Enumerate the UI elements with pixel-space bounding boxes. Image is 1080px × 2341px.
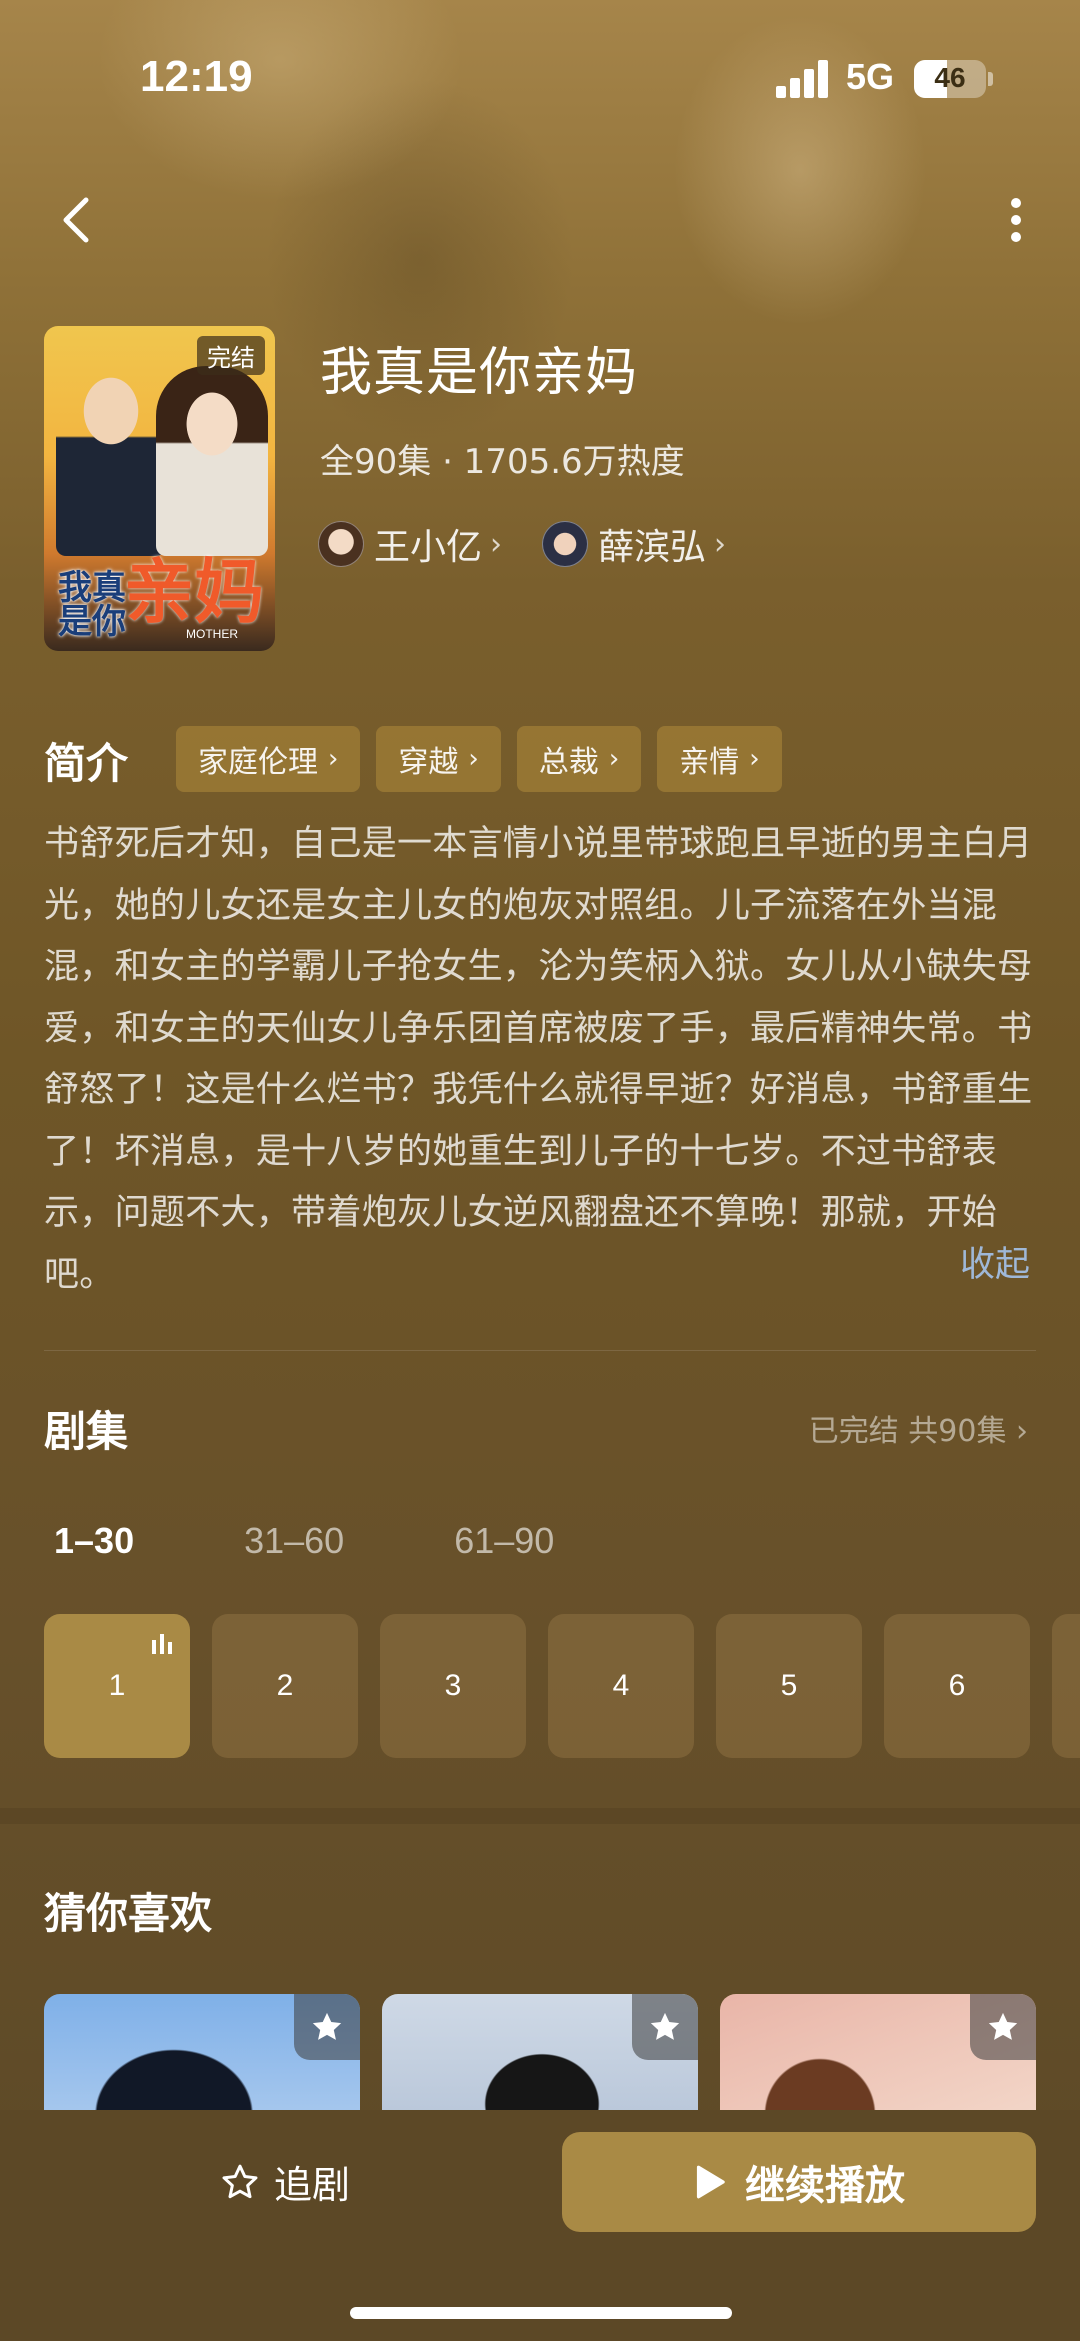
status-badge: 完结 — [197, 336, 265, 375]
favorite-button[interactable] — [294, 1994, 360, 2060]
actor-name: 王小亿 — [374, 527, 483, 568]
actor-list: 王小亿 › 薛滨弘 › — [318, 518, 766, 570]
range-tab[interactable]: 1–30 — [54, 1520, 134, 1562]
collapse-button[interactable]: 收起 — [960, 1236, 1030, 1287]
recommend-card[interactable] — [720, 1994, 1036, 2124]
battery-tip — [988, 72, 993, 86]
chevron-right-icon: › — [714, 526, 727, 562]
chevron-right-icon: › — [468, 744, 479, 774]
episode-range-tabs: 1–30 31–60 61–90 — [54, 1520, 664, 1562]
tag-label: 家庭伦理 — [198, 745, 318, 780]
episodes-heading: 剧集 — [44, 1407, 129, 1456]
actor-link-2[interactable]: 薛滨弘 › — [542, 518, 726, 570]
episode-button[interactable]: 4 — [548, 1614, 694, 1758]
avatar — [318, 521, 364, 567]
follow-label: 追剧 — [274, 2163, 351, 2207]
episode-number: 5 — [780, 1669, 798, 1702]
play-label: 继续播放 — [745, 2163, 905, 2209]
episode-number: 6 — [948, 1669, 966, 1702]
drama-poster[interactable]: 完结 我真是你 亲妈 MOTHER — [44, 326, 275, 651]
episode-button[interactable]: 1 — [44, 1614, 190, 1758]
episode-number: 4 — [612, 1669, 630, 1702]
play-icon — [696, 2165, 725, 2199]
episode-button[interactable]: 2 — [212, 1614, 358, 1758]
episodes-status-link[interactable]: 已完结 共90集 › — [809, 1406, 1028, 1450]
episode-button[interactable]: 6 — [884, 1614, 1030, 1758]
favorite-button[interactable] — [632, 1994, 698, 2060]
episode-button[interactable]: 5 — [716, 1614, 862, 1758]
genre-tag[interactable]: 穿越 › — [376, 726, 501, 792]
episode-number: 1 — [108, 1669, 126, 1702]
genre-tag[interactable]: 亲情 › — [657, 726, 782, 792]
battery-level: 46 — [934, 62, 966, 93]
intro-description: 书舒死后才知，自己是一本言情小说里带球跑且早逝的男主白月光，她的儿女还是女主儿女… — [44, 824, 1033, 1295]
avatar — [542, 521, 589, 567]
favorite-button[interactable] — [970, 1994, 1036, 2060]
back-button[interactable] — [48, 190, 108, 250]
section-separator — [0, 1808, 1080, 1824]
poster-title-right: 亲妈 — [124, 551, 264, 633]
actor-link-1[interactable]: 王小亿 › — [318, 518, 502, 570]
episode-number: 2 — [276, 1669, 294, 1702]
star-icon — [988, 2012, 1018, 2040]
continue-play-button[interactable]: 继续播放 — [562, 2132, 1036, 2232]
recommend-card[interactable] — [44, 1994, 360, 2124]
range-tab[interactable]: 61–90 — [454, 1520, 554, 1562]
episode-button[interactable]: 7 — [1052, 1614, 1080, 1758]
poster-actor-figure — [56, 356, 166, 556]
genre-tag[interactable]: 总裁 › — [516, 726, 642, 792]
episode-grid: 1 2 3 4 5 6 7 — [44, 1614, 1080, 1758]
range-tab[interactable]: 31–60 — [244, 1520, 344, 1562]
home-indicator — [350, 2307, 732, 2319]
star-outline-icon — [222, 2164, 258, 2198]
status-time: 12:19 — [140, 52, 253, 101]
more-button[interactable] — [996, 190, 1036, 250]
genre-tags: 家庭伦理 › 穿越 › 总裁 › 亲情 › — [176, 726, 798, 792]
more-dots-icon — [1011, 198, 1021, 208]
episode-button[interactable]: 3 — [380, 1614, 526, 1758]
tag-label: 穿越 — [398, 745, 459, 780]
follow-button[interactable]: 追剧 — [220, 2154, 350, 2209]
poster-actress-figure — [156, 366, 268, 556]
drama-title: 我真是你亲妈 — [320, 343, 639, 403]
episode-number: 3 — [444, 1669, 462, 1702]
star-icon — [312, 2012, 342, 2040]
poster-subtitle: MOTHER — [186, 627, 238, 641]
recommend-card[interactable] — [382, 1994, 698, 2124]
divider — [44, 1350, 1036, 1351]
chevron-right-icon: › — [608, 744, 620, 774]
chevron-left-icon — [63, 197, 89, 243]
actor-name: 薛滨弘 — [598, 527, 707, 568]
playing-indicator-icon — [152, 1634, 174, 1654]
battery-icon: 46 — [914, 60, 986, 98]
signal-icon — [776, 60, 830, 98]
genre-tag[interactable]: 家庭伦理 › — [176, 726, 361, 792]
tag-label: 亲情 — [679, 745, 740, 780]
poster-title-left: 我真是你 — [58, 568, 126, 642]
recommend-heading: 猜你喜欢 — [44, 1889, 213, 1938]
chevron-right-icon: › — [328, 744, 339, 774]
star-icon — [650, 2012, 680, 2040]
intro-heading: 简介 — [44, 739, 129, 788]
tag-label: 总裁 — [538, 745, 599, 780]
drama-meta: 全90集 · 1705.6万热度 — [320, 442, 685, 482]
status-bar: 12:19 5G 46 — [0, 0, 1080, 140]
chevron-right-icon: › — [490, 526, 503, 562]
chevron-right-icon: › — [749, 744, 760, 774]
network-type: 5G — [846, 56, 895, 97]
